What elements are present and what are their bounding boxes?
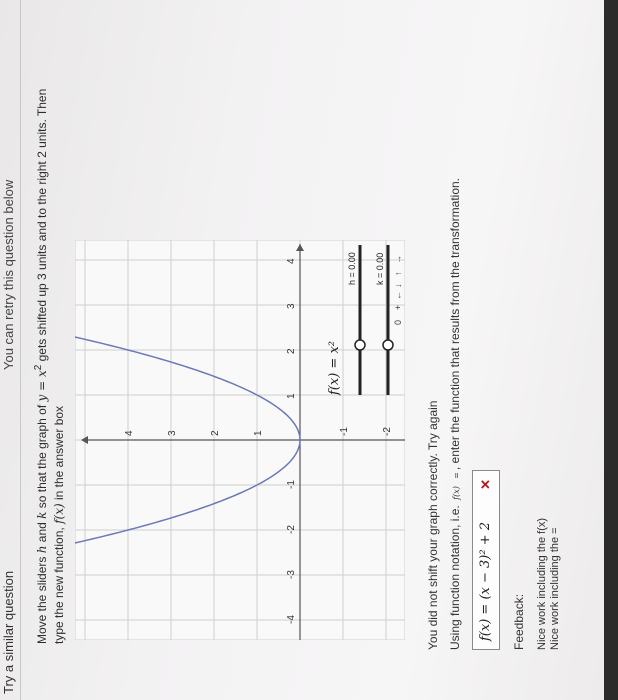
zoom-plus-button[interactable]: + <box>393 305 403 310</box>
arrow-up-icon[interactable]: ↑ <box>393 272 403 277</box>
y-tick-label: 2 <box>210 430 221 436</box>
question-instructions: Move the sliders h and k so that the gra… <box>33 88 66 644</box>
retry-notice: You can retry this question below <box>1 179 16 370</box>
feedback-line-2: Nice work including the = <box>549 527 561 650</box>
function-label: f(x) = x² <box>327 341 342 396</box>
zoom-zero-button[interactable]: 0 <box>393 320 403 325</box>
feedback-title: Feedback: <box>512 593 526 650</box>
x-tick-label: 1 <box>286 393 297 399</box>
feedback-line-1: Nice work including the f(x) <box>536 517 548 650</box>
tab-try-similar[interactable]: Try a similar question <box>0 370 18 700</box>
arrow-left-icon[interactable]: ← <box>393 291 403 300</box>
arrow-right-icon[interactable]: → <box>393 255 403 264</box>
x-tick-label: 2 <box>286 348 297 354</box>
x-tick-label: -1 <box>286 480 297 489</box>
slider-k-label: k = 0.00 <box>375 253 385 285</box>
x-tick-label: -4 <box>286 615 297 624</box>
incorrect-icon: ✕ <box>478 479 493 490</box>
result-message: You did not shift your graph correctly. … <box>426 400 440 650</box>
x-tick-label: 3 <box>286 303 297 309</box>
rotated-content: Try a similar question You can retry thi… <box>0 0 618 700</box>
y-tick-label: 4 <box>124 430 135 436</box>
graph-canvas[interactable]: -4 -3 -2 -1 1 2 3 4 -2 -1 1 2 3 4 f(x) = x² h = 0.00… <box>75 240 405 640</box>
feedback-box: Nice work including the f(x) Nice work i… <box>536 518 562 650</box>
y-tick-label: 3 <box>167 430 178 436</box>
x-tick-label: -2 <box>286 525 297 534</box>
x-tick-label: -3 <box>286 570 297 579</box>
arrow-down-icon[interactable]: ↓ <box>393 284 403 289</box>
bottom-bar <box>604 0 618 700</box>
y-tick-label: -2 <box>382 427 393 436</box>
y-tick-label: 1 <box>253 430 264 436</box>
slider-k-handle[interactable] <box>382 339 394 351</box>
question-tabs: Try a similar question You can retry thi… <box>0 0 21 700</box>
y-tick-label: -1 <box>339 427 350 436</box>
slider-h-handle[interactable] <box>354 339 366 351</box>
notation-instruction: Using function notation, i.e. f(x) =, en… <box>448 177 462 650</box>
answer-input[interactable]: f(x) = (x − 3)² + 2 ✕ <box>472 470 500 650</box>
page: Try a similar question You can retry thi… <box>0 0 618 700</box>
x-tick-label: 4 <box>286 258 297 264</box>
slider-h-label: h = 0.00 <box>347 252 357 285</box>
